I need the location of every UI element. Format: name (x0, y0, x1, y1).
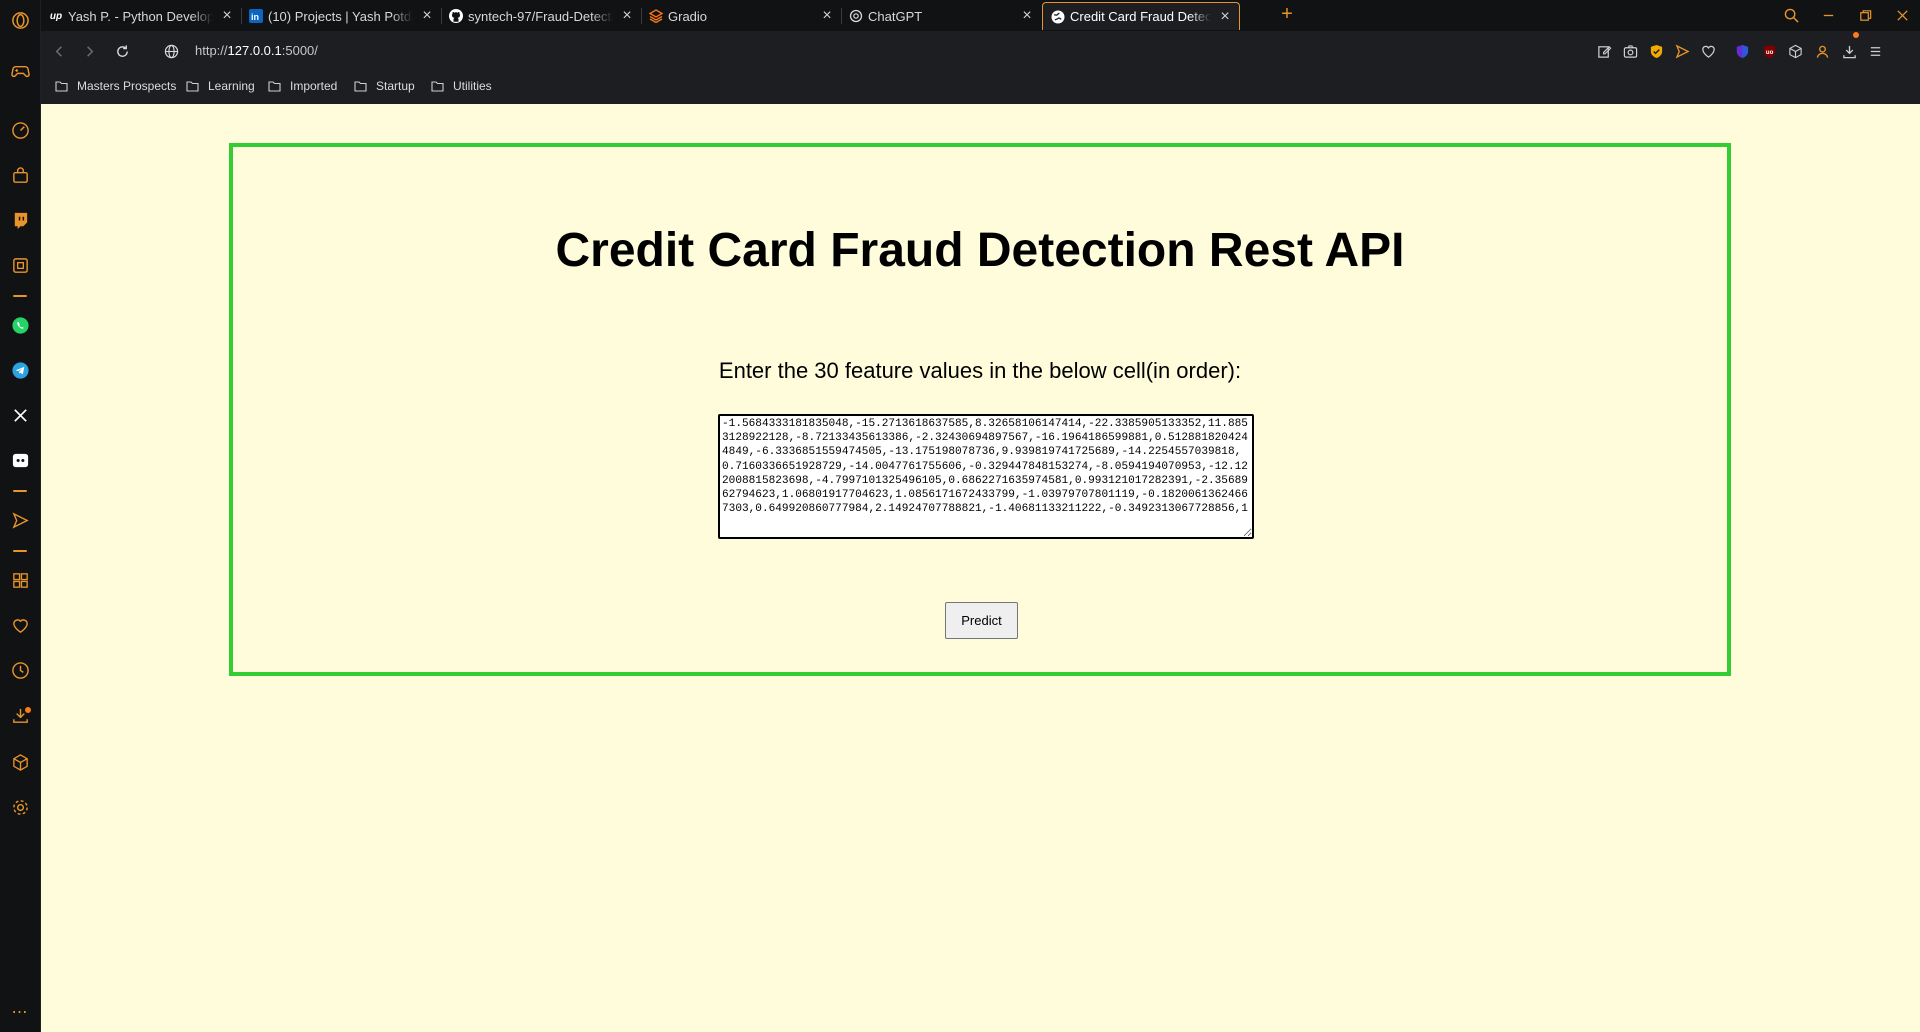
search-icon[interactable] (1774, 0, 1808, 30)
adblock-shield-icon[interactable] (1646, 41, 1666, 61)
bookmarks-bar: Masters Prospects Learning Imported Star… (41, 71, 1920, 104)
close-icon[interactable]: × (219, 7, 235, 24)
more-options-icon[interactable]: ⋯ (8, 1000, 32, 1024)
folder-icon (431, 80, 444, 92)
predict-button[interactable]: Predict (945, 602, 1018, 639)
bookmark-label: Learning (208, 79, 255, 93)
tab-chatgpt[interactable]: ChatGPT × (841, 2, 1041, 30)
menu-icon[interactable] (1865, 41, 1885, 61)
send-icon[interactable] (8, 508, 32, 532)
bookmark-startup[interactable]: Startup (354, 79, 415, 93)
chatgpt-icon (849, 9, 863, 23)
reload-icon[interactable] (112, 41, 132, 61)
sidebar-divider (13, 490, 27, 492)
minimize-icon[interactable] (1811, 0, 1845, 30)
send-flow-icon[interactable] (1672, 41, 1692, 61)
close-icon[interactable]: × (819, 7, 835, 24)
x-twitter-icon[interactable] (8, 403, 32, 427)
settings-gear-icon[interactable] (8, 795, 32, 819)
url-prefix: http:// (195, 43, 228, 58)
bookmark-masters-prospects[interactable]: Masters Prospects (55, 79, 176, 93)
tab-linkedin[interactable]: in (10) Projects | Yash Potdar | × (241, 2, 441, 30)
opera-logo-icon[interactable] (8, 8, 32, 32)
sidebar-divider (13, 295, 27, 297)
shopping-bag-icon[interactable] (8, 163, 32, 187)
cube-icon[interactable] (8, 750, 32, 774)
folder-icon (268, 80, 281, 92)
page-viewport: Credit Card Fraud Detection Rest API Ent… (41, 104, 1920, 1032)
upwork-icon: up (49, 10, 63, 22)
bookmark-heart-icon[interactable] (1698, 41, 1718, 61)
tab-title: Credit Card Fraud Detection (1070, 9, 1211, 24)
forward-icon[interactable] (79, 41, 99, 61)
folder-icon (55, 80, 68, 92)
edit-icon[interactable] (1594, 41, 1614, 61)
bookmark-label: Utilities (453, 79, 492, 93)
bookmark-label: Imported (290, 79, 338, 93)
form-container: Credit Card Fraud Detection Rest API Ent… (229, 143, 1731, 676)
folder-icon (186, 80, 199, 92)
vpn-shield-extension-icon[interactable] (1732, 41, 1752, 61)
address-bar: http://127.0.0.1:5000/ uo (41, 31, 1920, 71)
tab-title: ChatGPT (868, 8, 923, 24)
features-textarea[interactable]: -1.5684333181835048,-15.2713618637585,8.… (718, 414, 1254, 539)
speed-dial-icon[interactable] (8, 118, 32, 142)
tab-title: Gradio (668, 8, 708, 24)
bookmark-label: Startup (376, 79, 415, 93)
gamepad-icon[interactable] (8, 58, 32, 82)
tab-github[interactable]: syntech-97/Fraud-Detection × (441, 2, 641, 30)
url-host: 127.0.0.1 (227, 43, 282, 58)
close-icon[interactable]: × (1217, 8, 1233, 25)
tab-grid-icon[interactable] (8, 568, 32, 592)
twitch-icon[interactable] (8, 208, 32, 232)
back-icon[interactable] (49, 41, 69, 61)
browser-sidebar: ⋯ (0, 0, 41, 1032)
close-icon[interactable]: × (419, 7, 435, 24)
globe-icon (1051, 10, 1065, 24)
restore-icon[interactable] (1848, 0, 1882, 30)
svg-text:in: in (251, 12, 259, 22)
linkedin-icon: in (249, 9, 263, 23)
profile-icon[interactable] (1812, 41, 1832, 61)
folder-icon (354, 80, 367, 92)
tab-title: (10) Projects | Yash Potdar | (268, 8, 413, 24)
tab-upwork[interactable]: up Yash P. - Python Developer × (41, 2, 241, 30)
download-badge (25, 707, 31, 713)
tab-bar: up Yash P. - Python Developer × in (10) … (41, 0, 1920, 31)
features-prompt-label: Enter the 30 feature values in the below… (718, 358, 1242, 383)
download-icon[interactable] (1839, 41, 1859, 61)
close-icon[interactable]: × (1019, 7, 1035, 24)
extensions-icon[interactable] (8, 253, 32, 277)
svg-text:uo: uo (1765, 48, 1773, 55)
ublock-extension-icon[interactable]: uo (1759, 41, 1779, 61)
bookmark-label: Masters Prospects (77, 79, 177, 93)
telegram-icon[interactable] (8, 358, 32, 382)
bookmark-utilities[interactable]: Utilities (431, 79, 492, 93)
tab-credit-card-fraud-detection[interactable]: Credit Card Fraud Detection × (1042, 2, 1240, 30)
bookmark-imported[interactable]: Imported (268, 79, 337, 93)
url-field[interactable]: http://127.0.0.1:5000/ (195, 43, 318, 58)
url-suffix: :5000/ (281, 43, 318, 58)
new-tab-button[interactable]: + (1276, 3, 1298, 25)
tab-gradio[interactable]: Gradio × (641, 2, 841, 30)
download-badge (1853, 32, 1859, 38)
whatsapp-icon[interactable] (8, 313, 32, 337)
history-clock-icon[interactable] (8, 658, 32, 682)
page-title: Credit Card Fraud Detection Rest API (555, 224, 1405, 277)
bookmark-learning[interactable]: Learning (186, 79, 255, 93)
close-icon[interactable]: × (619, 7, 635, 24)
heart-icon[interactable] (8, 613, 32, 637)
tab-title: syntech-97/Fraud-Detection (468, 8, 613, 24)
camera-icon[interactable] (1620, 41, 1640, 61)
github-icon (449, 9, 463, 23)
discord-icon[interactable] (8, 448, 32, 472)
site-info-globe-icon[interactable] (161, 41, 181, 61)
sidebar-divider (13, 550, 27, 552)
close-window-icon[interactable] (1885, 0, 1919, 30)
cube-extension-icon[interactable] (1785, 41, 1805, 61)
gradio-icon (649, 9, 663, 23)
tab-title: Yash P. - Python Developer (68, 8, 213, 24)
